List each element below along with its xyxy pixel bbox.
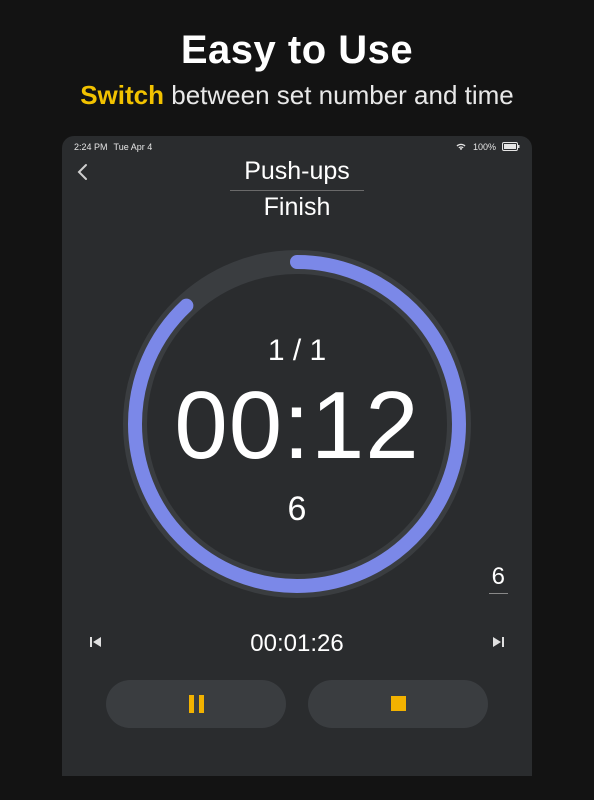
phase-label: Finish: [62, 193, 532, 222]
elapsed-row: 00:01:26: [62, 630, 532, 658]
status-date: Tue Apr 4: [114, 142, 153, 152]
promo-accent-word: Switch: [80, 80, 164, 110]
rep-count-in-dial: 6: [288, 490, 307, 529]
status-battery: 100%: [473, 142, 496, 152]
next-button[interactable]: [492, 636, 504, 651]
control-bar: [62, 680, 532, 728]
promo-subtitle: Switch between set number and time: [20, 79, 574, 112]
app-header: Push-ups Finish: [62, 157, 532, 222]
rep-total[interactable]: 6: [489, 563, 508, 594]
stop-icon: [391, 696, 406, 711]
pause-icon: [189, 695, 204, 713]
device-frame: 2:24 PM Tue Apr 4 100% Push-ups Finish: [62, 136, 532, 776]
wifi-icon: [455, 142, 467, 153]
status-bar: 2:24 PM Tue Apr 4 100%: [62, 136, 532, 155]
promo-title: Easy to Use: [20, 28, 574, 73]
exercise-name[interactable]: Push-ups: [230, 157, 364, 191]
status-time: 2:24 PM: [74, 142, 108, 152]
stop-button[interactable]: [308, 680, 488, 728]
countdown-time: 00:12: [174, 378, 419, 474]
progress-dial[interactable]: 1 / 1 00:12 6: [117, 244, 477, 604]
dial-area: 1 / 1 00:12 6 6: [62, 244, 532, 604]
set-counter[interactable]: 1 / 1: [268, 334, 326, 368]
battery-icon: [502, 142, 520, 153]
previous-button[interactable]: [90, 636, 102, 651]
back-button[interactable]: [76, 163, 88, 186]
pause-button[interactable]: [106, 680, 286, 728]
promo-banner: Easy to Use Switch between set number an…: [0, 0, 594, 130]
elapsed-time: 00:01:26: [250, 630, 343, 658]
promo-rest-text: between set number and time: [164, 80, 514, 110]
